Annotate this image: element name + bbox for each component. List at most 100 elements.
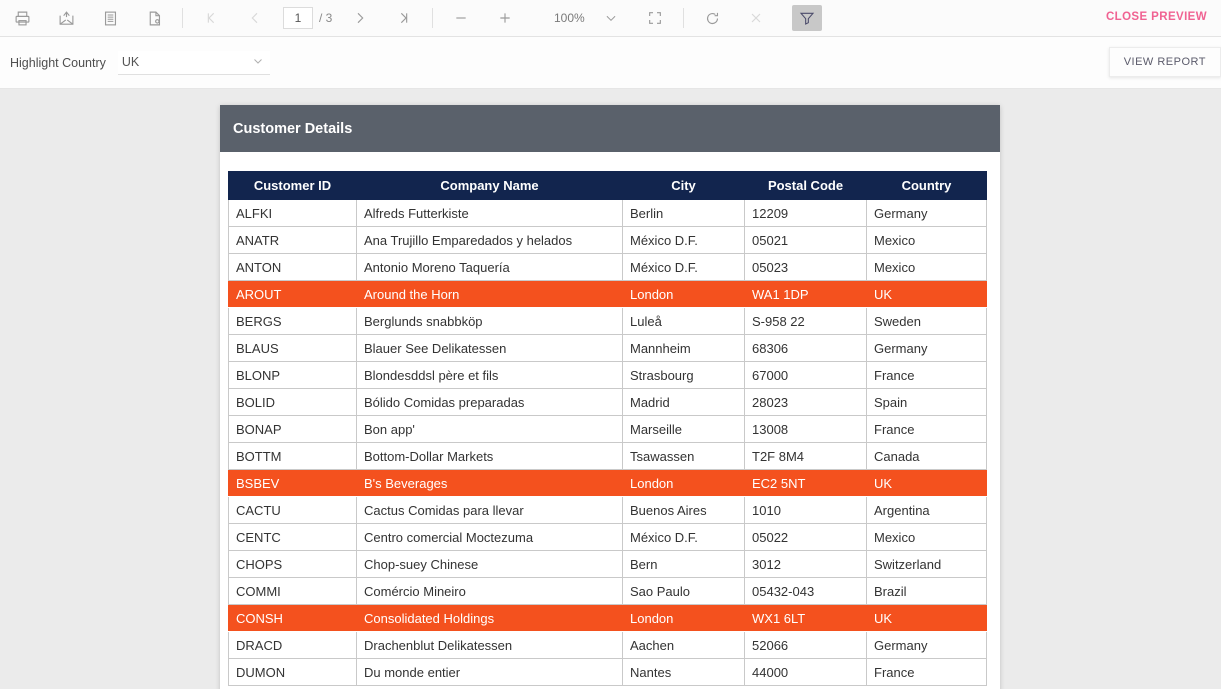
table-body: ALFKI Alfreds Futterkiste Berlin 12209 Germa… [228,199,987,686]
table-row[interactable]: ANATR Ana Trujillo Emparedados y helados M… [228,226,987,254]
cell-postal: 05023 [744,253,867,281]
cell-id: AROUT [228,280,357,308]
page-title: Customer Details [233,120,353,137]
cell-country: Sweden [866,307,987,335]
cell-id: CENTC [228,523,357,551]
table-row[interactable]: BERGS Berglunds snabbköp Luleå S-958 22 Swed… [228,307,987,335]
cell-company: Antonio Moreno Taquería [356,253,623,281]
table-row[interactable]: ALFKI Alfreds Futterkiste Berlin 12209 Germa… [228,199,987,227]
view-report-button[interactable]: VIEW REPORT [1108,47,1221,77]
cell-country: Mexico [866,253,987,281]
table-row[interactable]: AROUT Around the Horn London WA1 1DP UK [228,280,987,308]
cell-company: Ana Trujillo Emparedados y helados [356,226,623,254]
zoom-in-icon[interactable] [483,3,527,33]
cell-country: Mexico [866,523,987,551]
page-layout-icon[interactable] [88,3,132,33]
cell-company: Blauer See Delikatessen [356,334,623,362]
column-header: City [622,171,745,200]
cell-city: Madrid [622,388,745,416]
cell-country: France [866,658,987,686]
cell-country: Switzerland [866,550,987,578]
table-row[interactable]: CHOPS Chop-suey Chinese Bern 3012 Switzerlan… [228,550,987,578]
cell-city: Nantes [622,658,745,686]
cell-city: México D.F. [622,253,745,281]
cell-company: Consolidated Holdings [356,604,623,632]
table-row[interactable]: CONSH Consolidated Holdings London WX1 6LT U… [228,604,987,632]
close-preview-button[interactable]: CLOSE PREVIEW [1106,11,1207,23]
previous-page-icon[interactable] [233,3,277,33]
cell-city: London [622,280,745,308]
cell-country: Germany [866,334,987,362]
first-page-icon[interactable] [189,3,233,33]
cell-company: Du monde entier [356,658,623,686]
cell-company: Bottom-Dollar Markets [356,442,623,470]
cell-id: BOLID [228,388,357,416]
cell-postal: T2F 8M4 [744,442,867,470]
cell-company: Cactus Comidas para llevar [356,496,623,524]
cell-postal: S-958 22 [744,307,867,335]
table-row[interactable]: BLAUS Blauer See Delikatessen Mannheim 6830… [228,334,987,362]
parameter-bar: Highlight Country UK VIEW REPORT [0,37,1221,89]
table-row[interactable]: BONAP Bon app' Marseille 13008 France [228,415,987,443]
cell-city: Mannheim [622,334,745,362]
cell-id: BERGS [228,307,357,335]
cell-id: BLAUS [228,334,357,362]
zoom-out-icon[interactable] [439,3,483,33]
export-file-icon[interactable] [132,3,176,33]
cell-id: DUMON [228,658,357,686]
table-header-row: Customer ID Company Name City Postal Code Co… [228,171,987,200]
cell-company: B's Beverages [356,469,623,497]
stop-icon[interactable] [734,3,778,33]
cell-id: CACTU [228,496,357,524]
table-row[interactable]: CACTU Cactus Comidas para llevar Buenos Ai… [228,496,987,524]
report-page: Customer Details Customer ID Company Name… [220,105,1000,689]
filter-icon[interactable] [792,5,823,31]
cell-country: UK [866,604,987,632]
table-row[interactable]: ANTON Antonio Moreno Taquería México D.F. 0… [228,253,987,281]
highlight-country-select[interactable]: UK [117,50,270,75]
cell-country: France [866,361,987,389]
customer-table-wrap: Customer ID Company Name City Postal Code Co… [220,152,1000,686]
cell-city: Marseille [622,415,745,443]
cell-country: Germany [866,199,987,227]
table-row[interactable]: DRACD Drachenblut Delikatessen Aachen 52066… [228,631,987,659]
cell-country: Spain [866,388,987,416]
report-canvas: Customer Details Customer ID Company Name… [0,89,1221,689]
report-toolbar: 1 / 3 100% CLOSE PREVIEW [0,0,1221,37]
last-page-icon[interactable] [382,3,426,33]
cell-postal: 13008 [744,415,867,443]
chevron-down-icon[interactable] [589,3,633,33]
cell-postal: EC2 5NT [744,469,867,497]
page-number-input[interactable]: 1 [283,7,313,29]
cell-company: Around the Horn [356,280,623,308]
table-row[interactable]: CENTC Centro comercial Moctezuma México D.… [228,523,987,551]
cell-postal: 05022 [744,523,867,551]
fullscreen-icon[interactable] [633,3,677,33]
column-header: Company Name [356,171,623,200]
print-icon[interactable] [0,3,44,33]
table-row[interactable]: BOTTM Bottom-Dollar Markets Tsawassen T2F 8… [228,442,987,470]
refresh-icon[interactable] [690,3,734,33]
report-title-band: Customer Details [220,105,1000,152]
cell-postal: 68306 [744,334,867,362]
toolbar-separator-3 [683,8,685,28]
table-row[interactable]: DUMON Du monde entier Nantes 44000 France [228,658,987,686]
cell-city: Bern [622,550,745,578]
cell-company: Bon app' [356,415,623,443]
column-header: Customer ID [228,171,357,200]
cell-city: Aachen [622,631,745,659]
email-export-icon[interactable] [44,3,88,33]
cell-company: Blondesddsl père et fils [356,361,623,389]
cell-id: BONAP [228,415,357,443]
table-row[interactable]: BOLID Bólido Comidas preparadas Madrid 2802… [228,388,987,416]
next-page-icon[interactable] [338,3,382,33]
table-row[interactable]: BLONP Blondesddsl père et fils Strasbourg 6… [228,361,987,389]
cell-postal: 12209 [744,199,867,227]
column-header: Postal Code [744,171,867,200]
cell-country: Germany [866,631,987,659]
table-row[interactable]: BSBEV B's Beverages London EC2 5NT UK [228,469,987,497]
table-row[interactable]: COMMI Comércio Mineiro Sao Paulo 05432-043 B… [228,577,987,605]
column-header: Country [866,171,987,200]
cell-id: ALFKI [228,199,357,227]
cell-country: France [866,415,987,443]
